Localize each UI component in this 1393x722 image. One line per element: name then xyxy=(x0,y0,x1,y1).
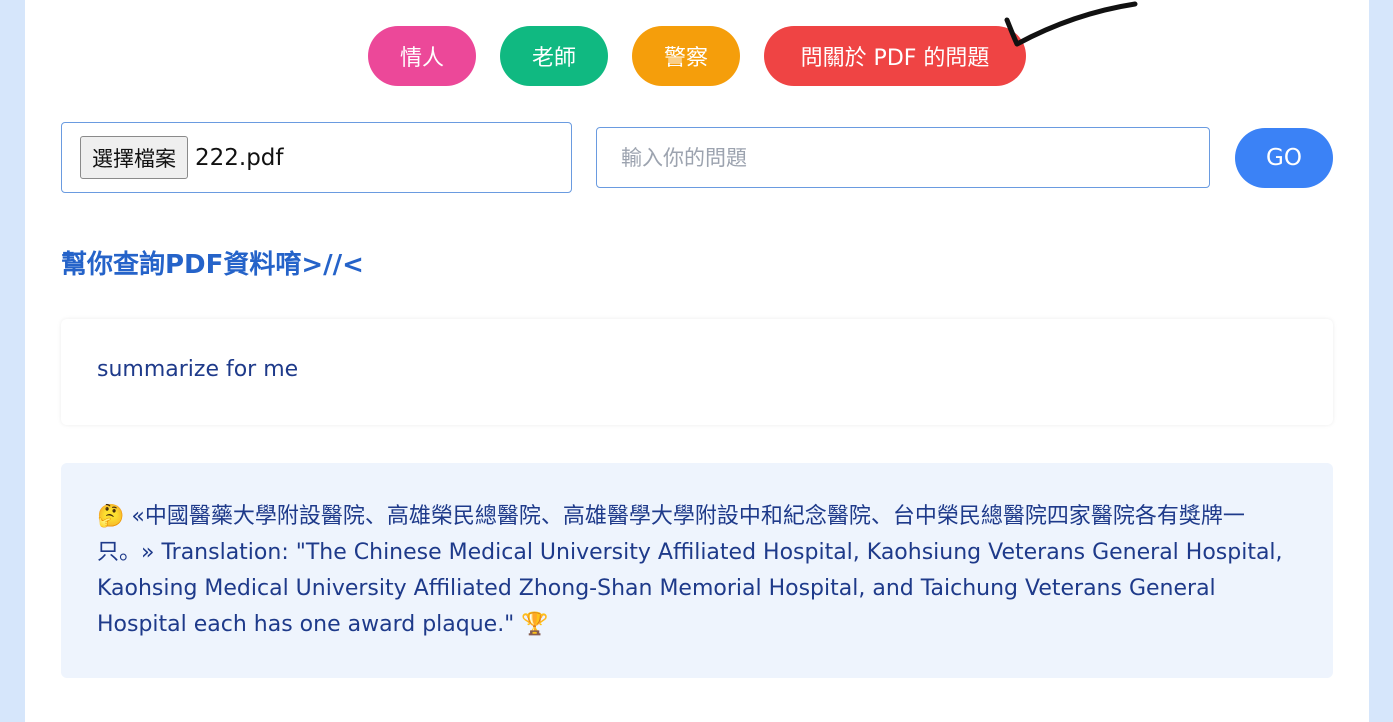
main-panel: 情人 老師 警察 問關於 PDF 的問題 選擇檔案 222.pdf GO 幫你查… xyxy=(25,0,1369,722)
choose-file-button[interactable]: 選擇檔案 xyxy=(80,136,188,179)
go-button[interactable]: GO xyxy=(1235,128,1333,188)
file-name: 222.pdf xyxy=(195,144,284,171)
query-card: summarize for me xyxy=(61,319,1333,425)
mode-lover-button[interactable]: 情人 xyxy=(368,26,476,86)
query-text: summarize for me xyxy=(97,357,299,382)
checkmark-annotation xyxy=(1004,1,1138,47)
mode-police-button[interactable]: 警察 xyxy=(632,26,740,86)
question-input[interactable] xyxy=(596,127,1210,188)
answer-text: 🤔 «中國醫藥大學附設醫院、高雄榮民總醫院、高雄醫學大學附設中和紀念醫院、台中榮… xyxy=(97,504,1283,637)
page-heading: 幫你查詢PDF資料唷>//< xyxy=(61,250,364,280)
file-input[interactable]: 選擇檔案 222.pdf xyxy=(61,122,572,193)
answer-card: 🤔 «中國醫藥大學附設醫院、高雄榮民總醫院、高雄醫學大學附設中和紀念醫院、台中榮… xyxy=(61,463,1333,678)
mode-teacher-button[interactable]: 老師 xyxy=(500,26,608,86)
mode-pdf-button[interactable]: 問關於 PDF 的問題 xyxy=(764,26,1026,86)
